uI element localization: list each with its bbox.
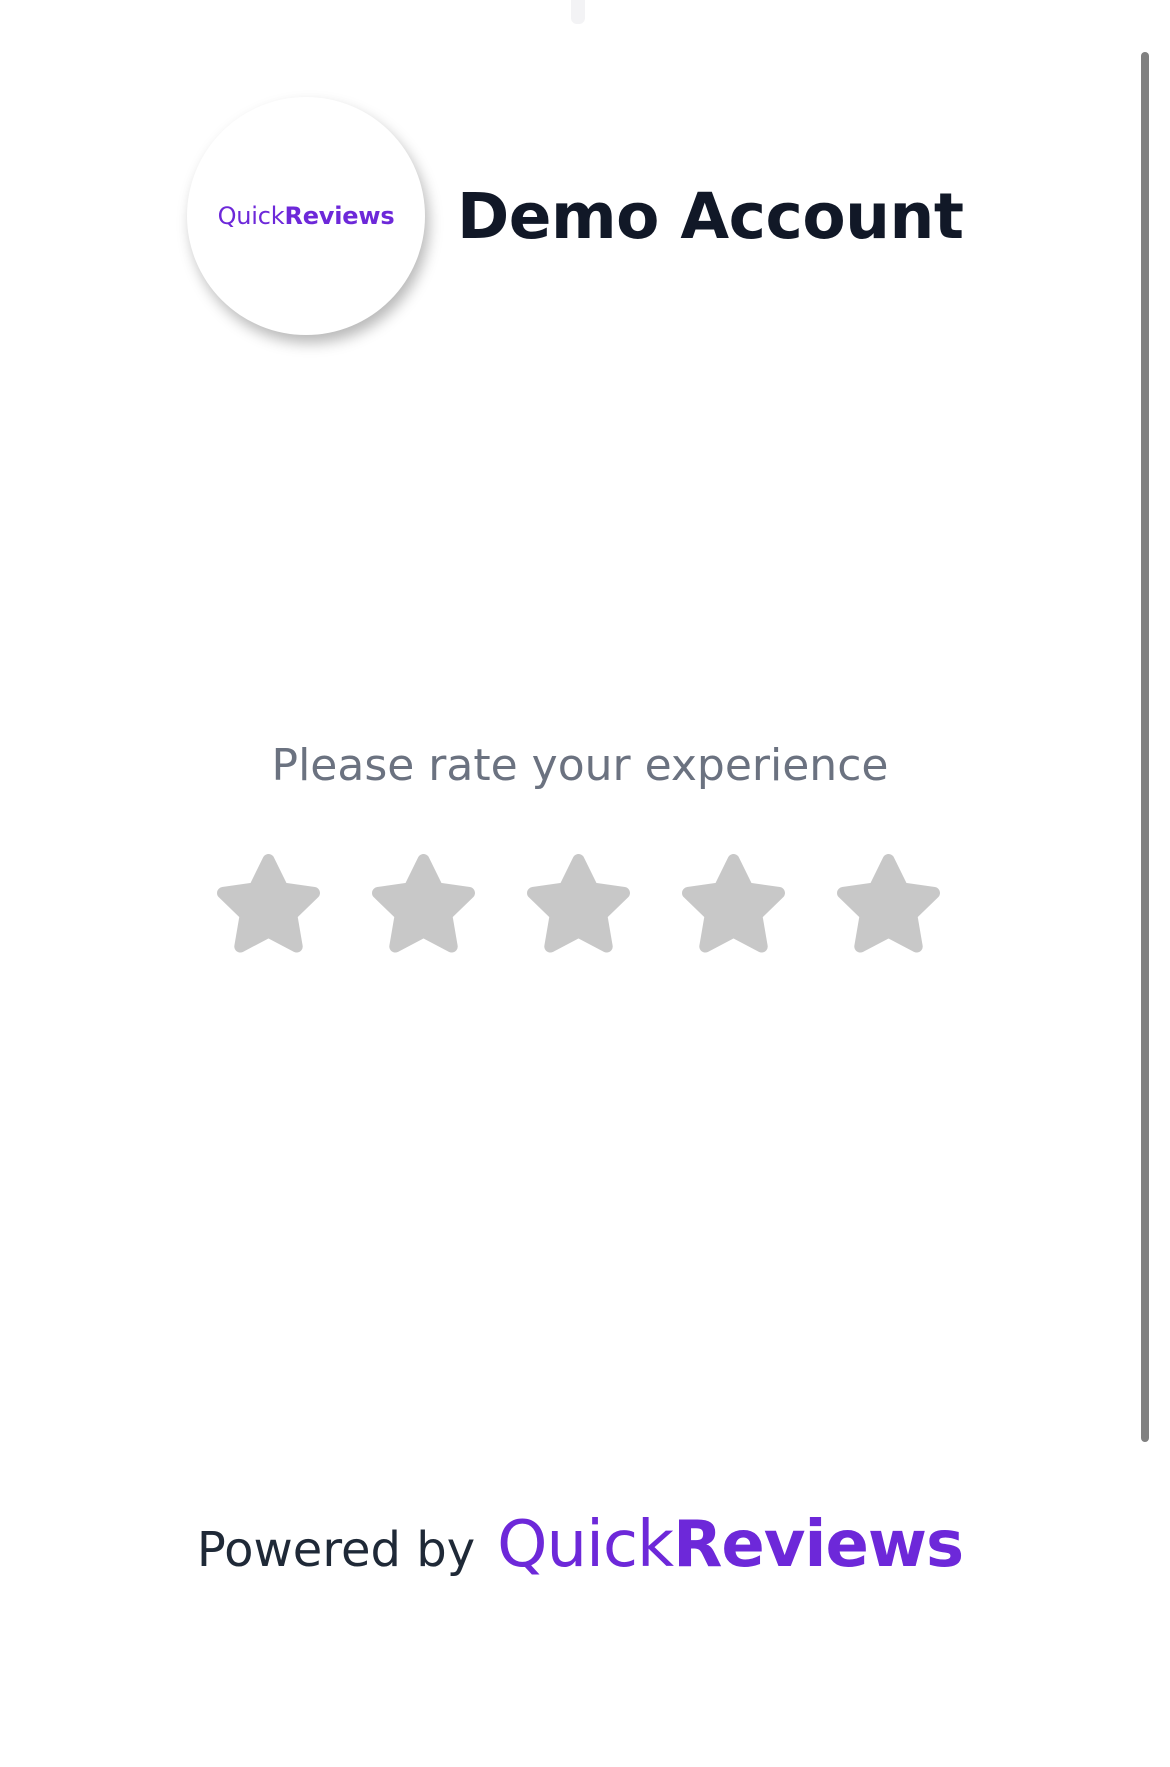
- top-indicator: [571, 0, 585, 24]
- account-header: QuickReviews Demo Account: [187, 97, 964, 335]
- star-3-button[interactable]: [524, 854, 633, 960]
- logo-text-bold: Reviews: [284, 202, 395, 230]
- vertical-scrollbar[interactable]: [1141, 52, 1149, 1442]
- star-icon: [682, 854, 785, 953]
- star-icon: [372, 854, 475, 953]
- logo-text-light: Quick: [217, 202, 285, 230]
- brand-wordmark-link[interactable]: QuickReviews: [497, 1508, 964, 1582]
- star-icon: [527, 854, 630, 953]
- powered-by-label: Powered by: [196, 1522, 476, 1578]
- star-2-button[interactable]: [369, 854, 478, 960]
- rating-prompt: Please rate your experience: [271, 740, 889, 791]
- account-name: Demo Account: [457, 179, 964, 253]
- star-1-button[interactable]: [214, 854, 323, 960]
- logo-wordmark: QuickReviews: [218, 202, 395, 230]
- star-icon: [217, 854, 320, 953]
- star-5-button[interactable]: [834, 854, 943, 960]
- brand-text-light: Quick: [497, 1508, 674, 1582]
- star-rating: [214, 854, 943, 960]
- account-logo: QuickReviews: [187, 97, 425, 335]
- brand-text-bold: Reviews: [673, 1508, 964, 1582]
- star-icon: [837, 854, 940, 953]
- star-4-button[interactable]: [679, 854, 788, 960]
- review-page: QuickReviews Demo Account Please rate yo…: [0, 0, 1170, 1767]
- powered-by-footer: Powered by QuickReviews: [0, 1508, 1160, 1582]
